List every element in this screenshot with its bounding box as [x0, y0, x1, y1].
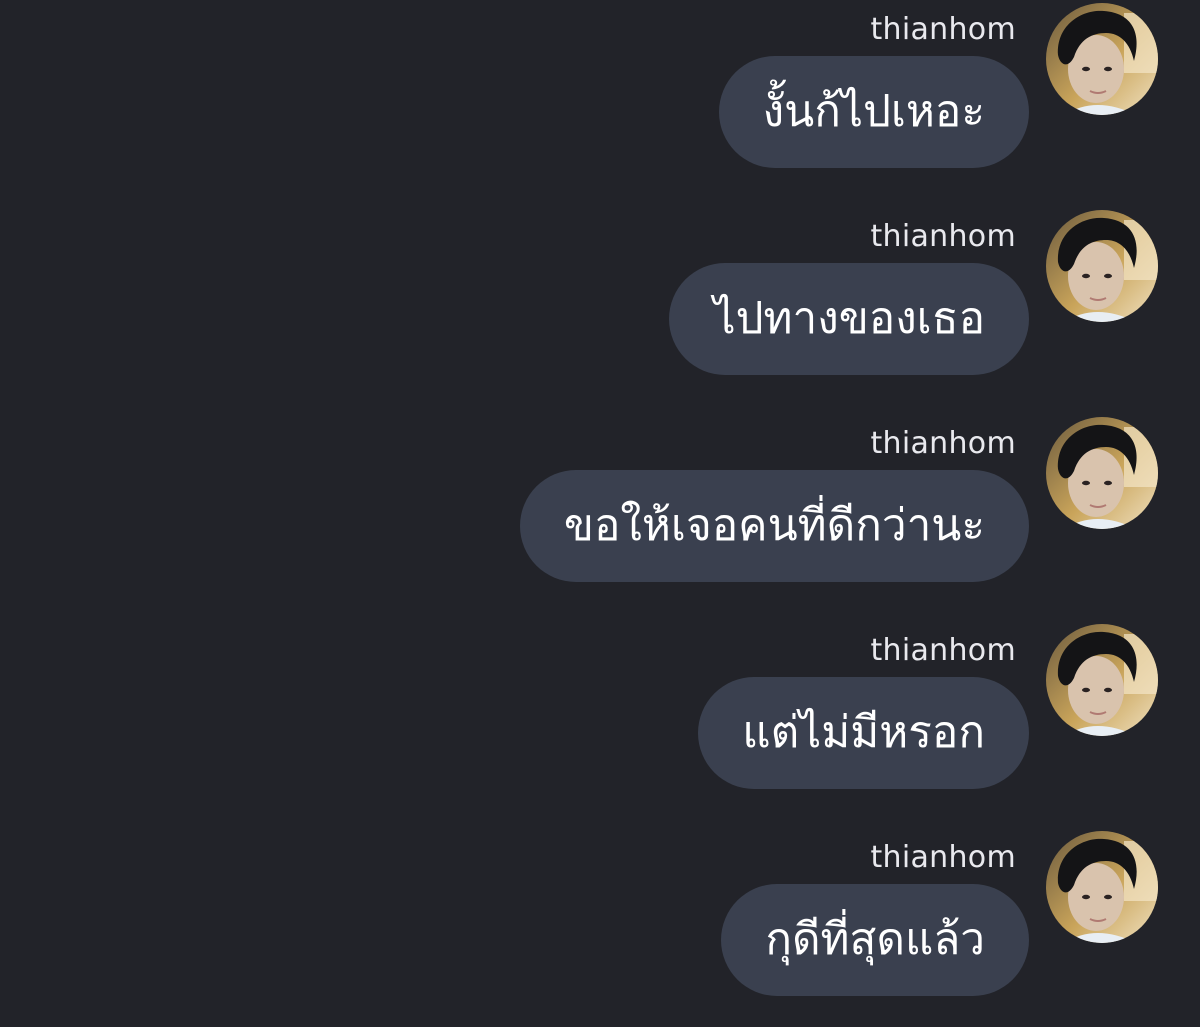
message-text: กุดีที่สุดแล้ว: [765, 914, 985, 965]
sender-name: thianhom: [870, 840, 1016, 875]
avatar[interactable]: [1046, 624, 1158, 736]
avatar-photo-icon: [1046, 417, 1158, 529]
avatar[interactable]: [1046, 831, 1158, 943]
avatar-photo-icon: [1046, 210, 1158, 322]
chat-message: thianhom กุดีที่สุดแล้ว: [0, 828, 1200, 1027]
avatar-photo-icon: [1046, 3, 1158, 115]
chat-message: thianhom งั้นก้ไปเหอะ: [0, 0, 1200, 200]
chat-thread: thianhom งั้นก้ไปเหอะ thianhom ไปทางของเ…: [0, 0, 1200, 1027]
avatar-photo-icon: [1046, 624, 1158, 736]
message-text: ขอให้เจอคนที่ดีกว่านะ: [563, 500, 985, 551]
message-text: ไปทางของเธอ: [713, 293, 985, 344]
message-bubble[interactable]: งั้นก้ไปเหอะ: [718, 56, 1029, 168]
message-bubble[interactable]: ไปทางของเธอ: [669, 263, 1029, 375]
sender-name: thianhom: [870, 633, 1016, 668]
sender-name: thianhom: [870, 219, 1016, 254]
message-bubble[interactable]: ขอให้เจอคนที่ดีกว่านะ: [519, 470, 1029, 582]
sender-name: thianhom: [870, 12, 1016, 47]
avatar[interactable]: [1046, 210, 1158, 322]
avatar[interactable]: [1046, 3, 1158, 115]
chat-message: thianhom ขอให้เจอคนที่ดีกว่านะ: [0, 414, 1200, 614]
message-bubble[interactable]: กุดีที่สุดแล้ว: [721, 884, 1029, 996]
avatar[interactable]: [1046, 417, 1158, 529]
chat-message: thianhom แต่ไม่มีหรอก: [0, 621, 1200, 821]
avatar-photo-icon: [1046, 831, 1158, 943]
message-text: แต่ไม่มีหรอก: [742, 707, 985, 758]
sender-name: thianhom: [870, 426, 1016, 461]
message-text: งั้นก้ไปเหอะ: [762, 86, 985, 137]
message-bubble[interactable]: แต่ไม่มีหรอก: [698, 677, 1029, 789]
chat-message: thianhom ไปทางของเธอ: [0, 207, 1200, 407]
